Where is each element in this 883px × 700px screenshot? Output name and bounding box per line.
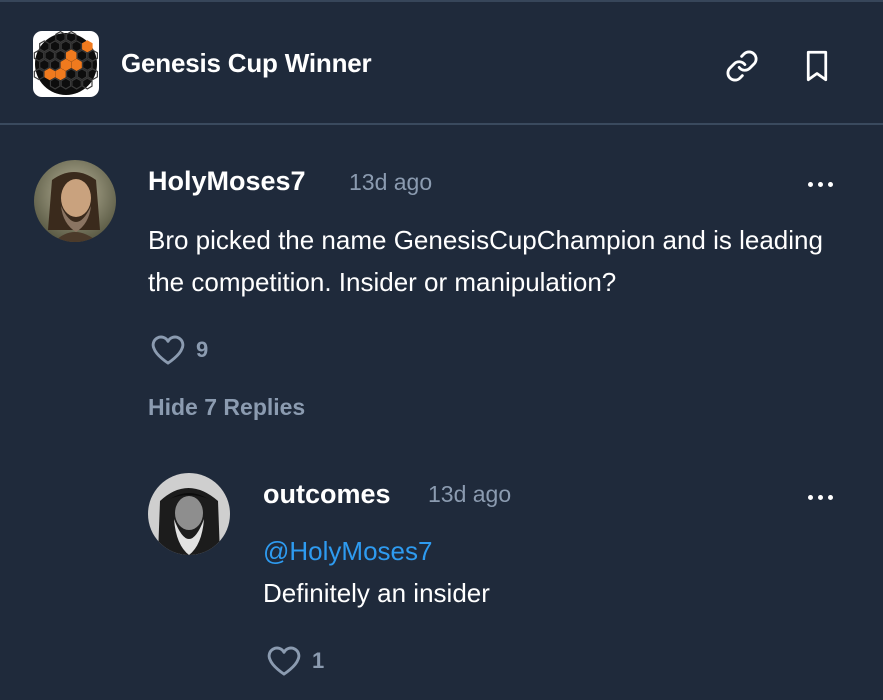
comment-timestamp: 13d ago	[349, 169, 433, 195]
bookmark-button[interactable]	[797, 46, 837, 86]
hide-replies-button[interactable]: Hide 7 Replies	[148, 394, 305, 421]
copy-link-button[interactable]	[722, 46, 762, 86]
logo-hexagon	[60, 58, 72, 71]
like-count: 9	[196, 337, 209, 362]
more-horizontal-icon	[807, 494, 813, 500]
user-mention-link[interactable]: @HolyMoses7	[263, 530, 843, 572]
logo-hexagon	[65, 49, 77, 62]
more-horizontal-icon	[827, 181, 833, 187]
more-horizontal-icon	[817, 181, 823, 187]
comment-body: Bro picked the name GenesisCupChampion a…	[148, 225, 823, 297]
user-avatar-image	[148, 473, 230, 555]
more-horizontal-icon	[807, 181, 813, 187]
like-count: 1	[312, 648, 325, 673]
reply-username[interactable]: outcomes	[263, 479, 391, 510]
avatar[interactable]	[148, 473, 230, 555]
logo-hexagon	[71, 58, 82, 71]
reply-more-button[interactable]	[800, 482, 840, 512]
reply-text: Definitely an insider	[263, 578, 490, 608]
header-divider	[0, 123, 883, 125]
link-icon	[726, 50, 758, 82]
market-logo[interactable]	[33, 31, 99, 97]
avatar[interactable]	[34, 160, 116, 242]
comment-more-button[interactable]	[800, 169, 840, 199]
more-horizontal-icon	[827, 494, 833, 500]
logo-hexagon	[44, 68, 56, 81]
more-horizontal-icon	[817, 494, 823, 500]
user-avatar-image	[34, 160, 116, 242]
market-header: Genesis Cup Winner	[0, 2, 883, 123]
logo-hexagon	[55, 68, 66, 81]
reply-like-button[interactable]: 1	[266, 645, 324, 677]
comment-username[interactable]: HolyMoses7	[148, 166, 306, 197]
heart-icon	[151, 335, 185, 365]
market-title[interactable]: Genesis Cup Winner	[121, 48, 372, 79]
bookmark-icon	[806, 50, 828, 82]
reply-timestamp: 13d ago	[428, 481, 512, 507]
heart-icon	[267, 646, 301, 676]
hexagon-logo-icon	[33, 31, 98, 95]
comment-like-button[interactable]: 9	[150, 334, 208, 366]
reply-body: @HolyMoses7 Definitely an insider	[263, 530, 843, 614]
logo-hexagon	[82, 40, 93, 53]
comments-page: Genesis Cup Winner HolyMoses7 13d ago Br…	[0, 0, 883, 700]
